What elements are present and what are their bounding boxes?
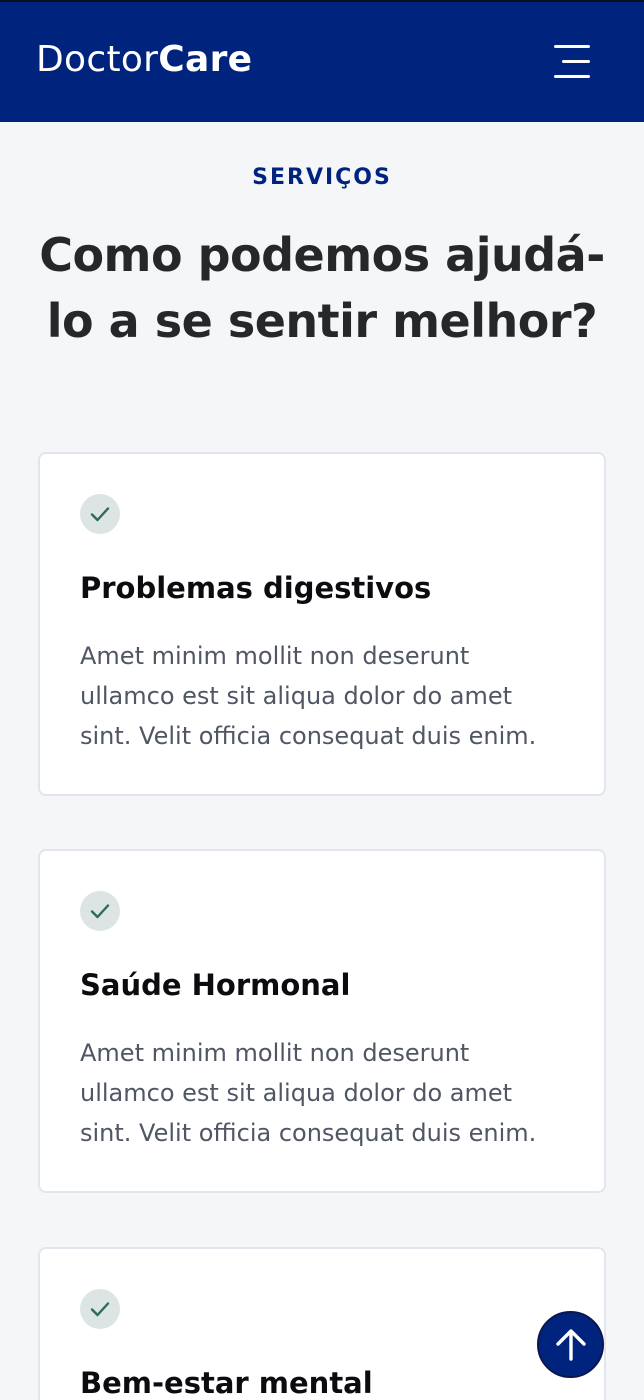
arrow-up-icon	[556, 1329, 586, 1361]
check-icon	[80, 891, 120, 931]
service-card-description: Amet minim mollit non deserunt ullamco e…	[80, 642, 537, 750]
check-icon	[80, 1289, 120, 1329]
service-card: Saúde Hormonal Amet minim mollit non des…	[38, 849, 606, 1193]
section-title: Como podemos ajudá-lo a se sentir melhor…	[39, 228, 605, 348]
logo[interactable]: DoctorCare	[36, 38, 252, 82]
top-navigation-bar: DoctorCare	[0, 0, 644, 122]
service-card-title: Saúde Hormonal	[80, 968, 351, 1002]
service-card: Problemas digestivos Amet minim mollit n…	[38, 452, 606, 796]
service-card-title: Problemas digestivos	[80, 571, 432, 605]
service-card: Bem-estar mental	[38, 1247, 606, 1400]
menu-line	[562, 60, 590, 63]
hamburger-menu-icon[interactable]	[552, 42, 594, 80]
menu-line	[554, 75, 590, 78]
check-icon	[80, 494, 120, 534]
section-eyebrow: SERVIÇOS	[252, 165, 392, 190]
logo-light-text: Doctor	[36, 39, 159, 80]
logo-bold-text: Care	[158, 39, 253, 80]
menu-line	[554, 45, 590, 48]
service-card-title: Bem-estar mental	[80, 1366, 373, 1400]
service-card-description: Amet minim mollit non deserunt ullamco e…	[80, 1039, 537, 1147]
back-to-top-button[interactable]	[537, 1311, 604, 1378]
